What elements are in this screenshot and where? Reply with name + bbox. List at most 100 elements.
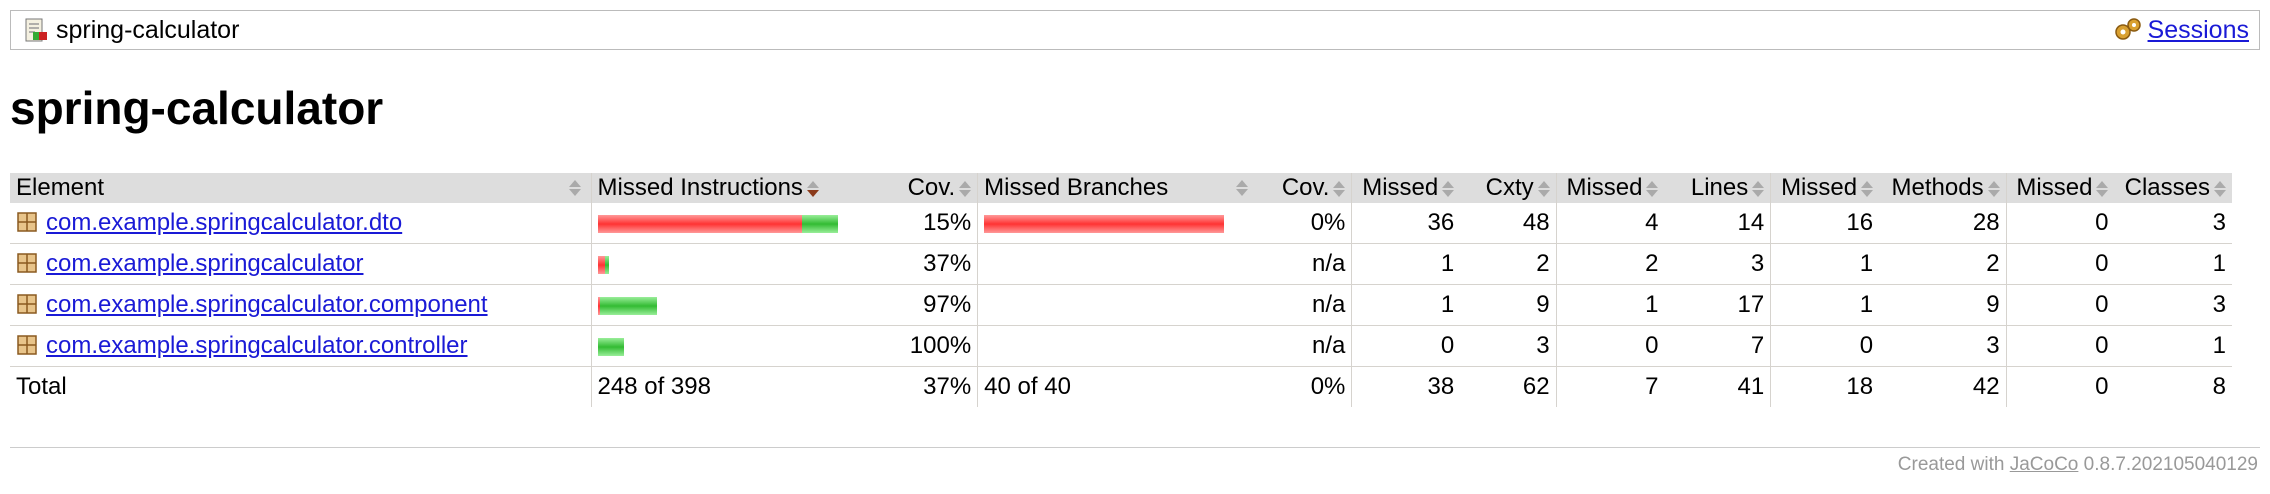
branch-cov: n/a — [1258, 284, 1352, 326]
cxty: 3 — [1460, 325, 1557, 367]
package-cell[interactable]: com.example.springcalculator.controller — [10, 325, 592, 367]
header-label: Missed — [2016, 174, 2093, 201]
lines: 7 — [1664, 325, 1771, 367]
covered-instructions-bar — [599, 296, 657, 315]
lines-missed: 4 — [1555, 203, 1665, 244]
instr-cov: 15% — [871, 203, 978, 244]
missed-instructions-bar — [597, 214, 802, 233]
header-missed-instructions[interactable]: Missed Instructions — [590, 173, 872, 203]
header-row: Element Missed Instructions Cov. Missed … — [10, 173, 2232, 203]
lines-missed: 2 — [1555, 243, 1665, 285]
report-icon — [25, 18, 47, 42]
lines-missed: 1 — [1555, 284, 1665, 326]
sort-icon — [1752, 180, 1765, 198]
covered-instructions-bar — [801, 214, 838, 233]
instructions-bar-cell — [590, 284, 872, 326]
package-icon — [17, 212, 37, 232]
instr-cov: 97% — [871, 284, 978, 326]
cxty: 9 — [1460, 284, 1557, 326]
header-lines[interactable]: Lines — [1664, 173, 1771, 203]
gear-icon[interactable] — [2112, 17, 2144, 43]
total-methods: 42 — [1879, 366, 2007, 407]
branches-bar-cell — [977, 284, 1259, 326]
total-row: Total 248 of 398 37% 40 of 40 0% 38 62 7… — [10, 366, 2232, 407]
classes-missed: 0 — [2005, 325, 2115, 367]
methods-missed: 1 — [1770, 284, 1880, 326]
table-row: com.example.springcalculator.controller 1… — [10, 325, 2232, 367]
header-methods-missed[interactable]: Missed — [1770, 173, 1880, 203]
header-instr-cov[interactable]: Cov. — [871, 173, 978, 203]
footer-divider — [10, 447, 2260, 448]
header-label: Cxty — [1485, 174, 1534, 201]
header-label: Lines — [1690, 174, 1749, 201]
sort-icon — [1646, 180, 1659, 198]
header-lines-missed[interactable]: Missed — [1555, 173, 1665, 203]
sort-icon — [959, 180, 972, 198]
classes: 1 — [2114, 325, 2232, 367]
branches-bar-cell — [977, 243, 1259, 285]
sort-icon — [568, 179, 581, 197]
breadcrumb-bar: spring-calculator Sessions — [10, 10, 2260, 50]
instr-cov: 100% — [871, 325, 978, 367]
sessions-link[interactable]: Sessions — [2148, 17, 2249, 43]
header-classes[interactable]: Classes — [2114, 173, 2232, 203]
cxty-missed: 36 — [1351, 203, 1461, 244]
total-classes: 8 — [2114, 366, 2232, 407]
classes-missed: 0 — [2005, 243, 2115, 285]
sort-icon — [1236, 179, 1249, 197]
sort-desc-icon — [806, 180, 819, 198]
methods: 2 — [1879, 243, 2007, 285]
classes: 3 — [2114, 284, 2232, 326]
header-label: Cov. — [1281, 174, 1330, 201]
jacoco-link[interactable]: JaCoCo — [2010, 454, 2079, 475]
header-cxty[interactable]: Cxty — [1460, 173, 1557, 203]
total-instructions: 248 of 398 — [590, 366, 872, 407]
package-cell[interactable]: com.example.springcalculator — [10, 243, 592, 285]
branches-bar-cell — [977, 203, 1259, 244]
sessions-link-group[interactable]: Sessions — [2112, 17, 2249, 43]
header-methods[interactable]: Methods — [1879, 173, 2007, 203]
classes-missed: 0 — [2005, 284, 2115, 326]
header-cxty-missed[interactable]: Missed — [1351, 173, 1461, 203]
header-element[interactable]: Element — [10, 173, 592, 203]
package-link[interactable]: com.example.springcalculator.controller — [46, 332, 468, 359]
sort-icon — [1861, 180, 1874, 198]
sort-icon — [2096, 180, 2109, 198]
methods-missed: 0 — [1770, 325, 1880, 367]
package-icon — [17, 294, 37, 314]
total-classes-missed: 0 — [2005, 366, 2115, 407]
total-cxty-missed: 38 — [1351, 366, 1461, 407]
branch-cov: n/a — [1258, 243, 1352, 285]
total-methods-missed: 18 — [1770, 366, 1880, 407]
cxty-missed: 1 — [1351, 284, 1461, 326]
package-cell[interactable]: com.example.springcalculator.dto — [10, 203, 592, 244]
instr-cov: 37% — [871, 243, 978, 285]
missed-branches-bar — [984, 214, 1225, 233]
package-icon — [17, 335, 37, 355]
covered-instructions-bar — [604, 255, 609, 274]
classes-missed: 0 — [2005, 203, 2115, 244]
branch-cov: n/a — [1258, 325, 1352, 367]
breadcrumb-report-name: spring-calculator — [56, 16, 240, 44]
methods-missed: 1 — [1770, 243, 1880, 285]
branch-cov: 0% — [1258, 203, 1352, 244]
package-link[interactable]: com.example.springcalculator.component — [46, 291, 488, 318]
lines: 14 — [1664, 203, 1771, 244]
instructions-bar-cell — [590, 325, 872, 367]
total-cxty: 62 — [1460, 366, 1557, 407]
sort-icon — [1987, 180, 2000, 198]
total-instr-cov: 37% — [871, 366, 978, 407]
package-link[interactable]: com.example.springcalculator.dto — [46, 209, 402, 236]
methods: 9 — [1879, 284, 2007, 326]
sort-icon — [1537, 180, 1550, 198]
header-label: Missed — [1781, 174, 1858, 201]
table-row: com.example.springcalculator.dto 15% 0% 36 4… — [10, 203, 2232, 244]
total-branches: 40 of 40 — [977, 366, 1259, 407]
package-cell[interactable]: com.example.springcalculator.component — [10, 284, 592, 326]
table-row: com.example.springcalculator 37% n/a 1 2 2 3 1 2… — [10, 243, 2232, 285]
header-missed-branches[interactable]: Missed Branches — [977, 173, 1259, 203]
package-link[interactable]: com.example.springcalculator — [46, 250, 363, 277]
header-branch-cov[interactable]: Cov. — [1258, 173, 1352, 203]
header-classes-missed[interactable]: Missed — [2005, 173, 2115, 203]
total-lines: 41 — [1664, 366, 1771, 407]
